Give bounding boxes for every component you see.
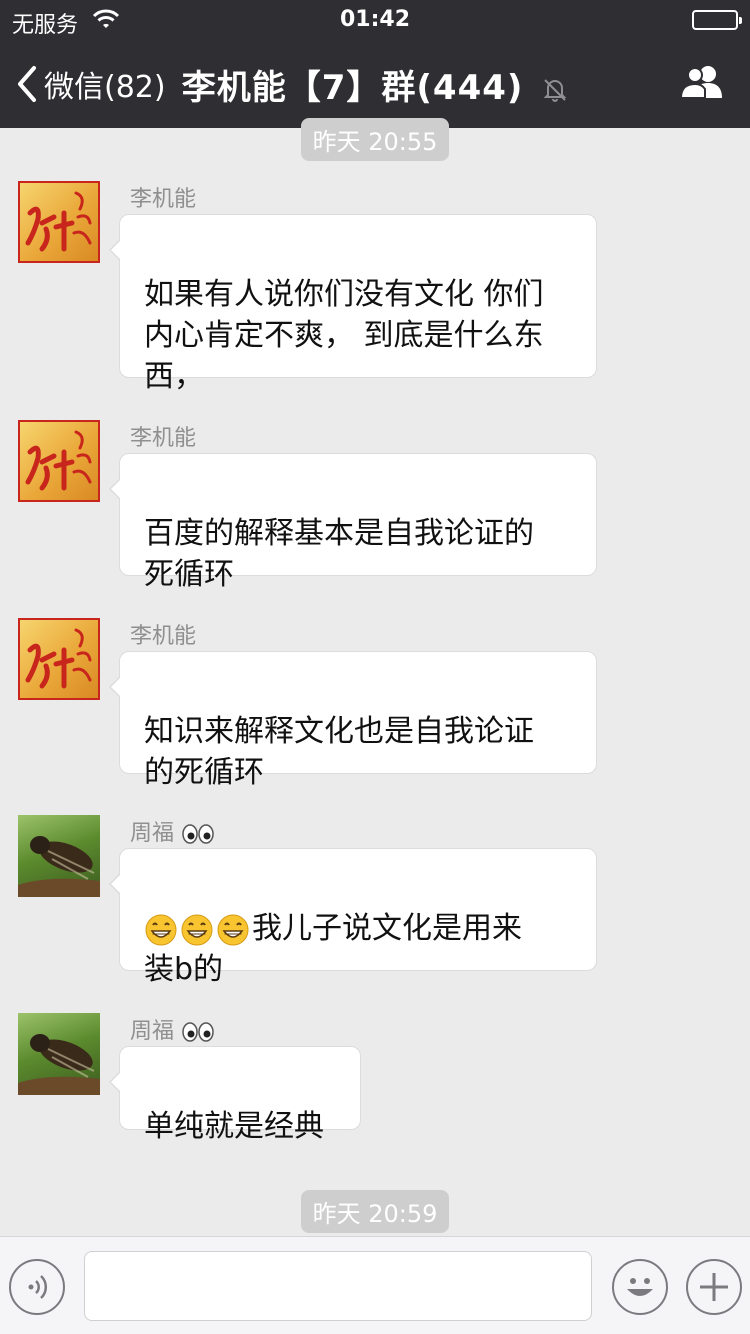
red-calligraphy-avatar-icon bbox=[25, 430, 92, 491]
message-input[interactable] bbox=[84, 1251, 592, 1321]
message-bubble[interactable]: 如果有人说你们没有文化 你们 内心肯定不爽， 到底是什么东 西， bbox=[109, 214, 597, 394]
message-text: 知识来解释文化也是自我论证 的死循环 bbox=[144, 714, 534, 790]
group-people-icon bbox=[679, 66, 722, 99]
more-button[interactable] bbox=[686, 1259, 742, 1315]
plus-icon bbox=[700, 1273, 728, 1301]
message-bubble[interactable]: 我儿子说文化是用来 装b的 bbox=[109, 848, 597, 987]
avatar[interactable] bbox=[18, 420, 100, 502]
eyes-emoji-icon bbox=[182, 824, 214, 844]
avatar[interactable] bbox=[18, 181, 100, 263]
voice-button[interactable] bbox=[9, 1259, 65, 1315]
avatar[interactable] bbox=[18, 815, 100, 897]
sender-name: 周福 bbox=[130, 1013, 215, 1045]
sender-name-text: 周福 bbox=[130, 1019, 175, 1044]
voice-icon bbox=[28, 1275, 48, 1299]
message-bubble[interactable]: 知识来解释文化也是自我论证 的死循环 bbox=[109, 651, 597, 790]
message-text: 百度的解释基本是自我论证的 死循环 bbox=[144, 516, 534, 592]
grin-emoji-icon bbox=[181, 914, 213, 945]
chat-title: 李机能【7】群(444) bbox=[0, 60, 750, 109]
red-calligraphy-avatar-icon bbox=[25, 191, 92, 252]
emoji-icon bbox=[627, 1278, 653, 1296]
sender-name: 李机能 bbox=[130, 624, 197, 649]
timestamp: 昨天 20:59 bbox=[0, 1190, 750, 1233]
grin-emoji-icon bbox=[145, 914, 177, 945]
grin-emoji-icon bbox=[217, 914, 249, 945]
timestamp: 昨天 20:55 bbox=[0, 118, 750, 161]
sender-name: 周福 bbox=[130, 815, 215, 847]
status-bar: 无服务 01:42 bbox=[0, 0, 750, 40]
emoji-row bbox=[144, 913, 252, 947]
cicada-photo-avatar-icon bbox=[18, 836, 100, 897]
sender-name: 李机能 bbox=[130, 426, 197, 451]
cicada-photo-avatar-icon bbox=[18, 1034, 100, 1095]
battery-icon bbox=[692, 10, 742, 30]
group-members-button[interactable] bbox=[678, 62, 726, 106]
message-bubble[interactable]: 单纯就是经典 bbox=[109, 1046, 361, 1144]
clock: 01:42 bbox=[339, 7, 411, 32]
timestamp-label: 昨天 20:55 bbox=[300, 118, 450, 161]
avatar[interactable] bbox=[18, 1013, 100, 1095]
input-bar bbox=[0, 1236, 750, 1334]
red-calligraphy-avatar-icon bbox=[25, 628, 92, 689]
timestamp-label: 昨天 20:59 bbox=[300, 1190, 450, 1233]
message-text: 单纯就是经典 bbox=[144, 1109, 324, 1144]
message-bubble[interactable]: 百度的解释基本是自我论证的 死循环 bbox=[109, 453, 597, 592]
emoji-button[interactable] bbox=[612, 1259, 668, 1315]
message-text: 如果有人说你们没有文化 你们 内心肯定不爽， 到底是什么东 西， bbox=[144, 277, 544, 394]
chat-title-text: 李机能【7】群(444) bbox=[181, 68, 524, 108]
sender-name: 李机能 bbox=[130, 187, 197, 212]
mute-bell-icon bbox=[543, 78, 567, 102]
sender-name-text: 周福 bbox=[130, 821, 175, 846]
avatar[interactable] bbox=[18, 618, 100, 700]
eyes-emoji-icon bbox=[182, 1022, 214, 1042]
nav-bar: 微信(82) 李机能【7】群(444) bbox=[0, 40, 750, 128]
